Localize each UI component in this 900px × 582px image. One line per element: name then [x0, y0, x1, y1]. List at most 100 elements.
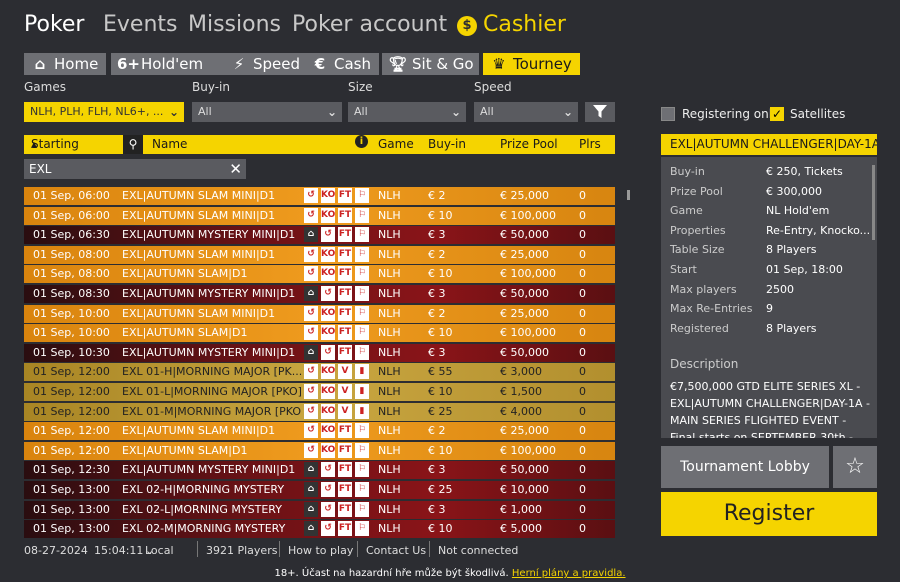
buyin-amount: € 3: [428, 287, 446, 300]
nav-poker[interactable]: Poker: [24, 12, 84, 37]
ticket-icon: ⌂: [304, 227, 318, 243]
ticket-icon: ⌂: [304, 501, 318, 517]
six-plus-icon: 6+: [117, 55, 141, 73]
game-type: NLH: [378, 208, 401, 222]
chevron-down-icon: ⌄: [562, 105, 573, 119]
knockout-icon: KO: [321, 403, 335, 419]
nav-poker-account[interactable]: Poker account: [292, 12, 447, 37]
filter-button[interactable]: [585, 102, 615, 122]
table-row[interactable]: 01 Sep, 10:30 EXL|AUTUMN MYSTERY MINI|D1 N…: [24, 343, 615, 362]
player-count: 0: [579, 365, 586, 379]
tournament-name: EXL|AUTUMN MYSTERY MINI|D1: [122, 287, 296, 300]
table-row[interactable]: 01 Sep, 12:00 EXL|AUTUMN SLAM MINI|D1 NLH €…: [24, 422, 615, 441]
tab-label: Tourney: [513, 55, 572, 73]
select-value: All: [480, 105, 494, 118]
favorite-button[interactable]: ☆: [833, 446, 877, 488]
reentry-icon: ↺: [304, 246, 318, 262]
table-row[interactable]: 01 Sep, 08:00 EXL|AUTUMN SLAM|D1 NLH € 10 € …: [24, 265, 615, 284]
start-time: 01 Sep, 13:00: [33, 502, 110, 516]
header-game[interactable]: Game: [378, 135, 414, 154]
buyin-amount: € 25: [428, 483, 453, 496]
nav-cashier-label: Cashier: [483, 12, 566, 37]
registering-only-checkbox[interactable]: [661, 107, 675, 121]
knockout-icon: KO: [321, 266, 335, 282]
table-row[interactable]: 01 Sep, 13:00 EXL 02-M|MORNING MYSTERY NLH…: [24, 520, 615, 538]
tab-home[interactable]: ⌂ Home: [24, 53, 106, 75]
buyin-select[interactable]: All ⌄: [192, 102, 342, 122]
game-type: NLH: [378, 365, 401, 379]
size-select[interactable]: All ⌄: [348, 102, 466, 122]
reentry-icon: ↺: [321, 501, 335, 517]
player-count: 0: [579, 385, 586, 398]
buyin-amount: € 2: [428, 424, 446, 438]
filter-label-speed: Speed: [474, 80, 512, 94]
v-icon: V: [338, 364, 352, 380]
nav-missions[interactable]: Missions: [188, 12, 281, 37]
start-time: 01 Sep, 08:00: [33, 267, 110, 281]
header-prize-pool[interactable]: Prize Pool: [500, 135, 558, 154]
header-plrs[interactable]: Plrs: [579, 135, 601, 154]
close-icon[interactable]: ✕: [229, 159, 242, 179]
tab-holdem[interactable]: 6+Hold'em: [111, 53, 240, 75]
table-row[interactable]: 01 Sep, 06:30 EXL|AUTUMN MYSTERY MINI|D1 N…: [24, 226, 615, 245]
satellite-icon: ⚐: [355, 442, 369, 458]
search-icon[interactable]: ⚲: [123, 135, 143, 154]
satellite-icon: ⚐: [355, 325, 369, 341]
nav-events[interactable]: Events: [103, 12, 178, 37]
table-row[interactable]: 01 Sep, 08:30 EXL|AUTUMN MYSTERY MINI|D1 N…: [24, 285, 615, 303]
table-row[interactable]: 01 Sep, 10:00 EXL|AUTUMN SLAM MINI|D1 NLH €…: [24, 304, 615, 323]
table-row[interactable]: 01 Sep, 12:00 EXL 01-H|MORNING MAJOR [PK.…: [24, 363, 615, 382]
table-row[interactable]: 01 Sep, 12:00 EXL 01-L|MORNING MAJOR [PKO…: [24, 383, 615, 401]
select-value: NLH, PLH, FLH, NL6+, ...: [30, 105, 164, 118]
player-count: 0: [579, 267, 586, 281]
tab-tourney[interactable]: ♛ Tourney: [483, 53, 580, 75]
scrollbar[interactable]: [627, 190, 630, 200]
prize-pool: € 50,000: [500, 345, 549, 359]
tournament-lobby-button[interactable]: Tournament Lobby: [661, 446, 829, 488]
buyin-amount: € 3: [428, 228, 446, 242]
table-row[interactable]: 01 Sep, 13:00 EXL 02-H|MORNING MYSTERY NLH…: [24, 481, 615, 499]
header-name[interactable]: Name: [152, 135, 187, 154]
register-button[interactable]: Register: [661, 492, 877, 536]
players-online: 3921 Players: [206, 544, 278, 557]
game-type: NLH: [378, 228, 401, 242]
player-count: 0: [579, 404, 586, 418]
tab-sit-and-go[interactable]: 🏆︎ Sit & Go: [382, 53, 479, 75]
table-row[interactable]: 01 Sep, 13:00 EXL 02-L|MORNING MYSTERY NLH…: [24, 500, 615, 519]
nav-cashier[interactable]: $ Cashier: [457, 12, 566, 37]
tab-label: Hold'em: [141, 55, 204, 73]
satellite-icon: ⚐: [355, 305, 369, 321]
buyin-amount: € 55: [428, 365, 453, 379]
prize-pool: € 25,000: [500, 424, 549, 438]
prize-pool: € 50,000: [500, 287, 549, 300]
table-row[interactable]: 01 Sep, 08:00 EXL|AUTUMN SLAM MINI|D1 NLH €…: [24, 245, 615, 264]
search-input[interactable]: EXL ✕: [24, 159, 246, 179]
buyin-amount: € 10: [428, 208, 453, 222]
speed-select[interactable]: All ⌄: [474, 102, 578, 122]
chevron-down-icon: ⌄: [145, 544, 155, 557]
header-starting-label: Starting: [31, 137, 79, 151]
table-row[interactable]: 01 Sep, 06:00 EXL|AUTUMN SLAM MINI|D1 NLH €…: [24, 206, 615, 225]
rules-link[interactable]: Herní plány a pravidla.: [512, 568, 626, 579]
tournament-name: EXL|AUTUMN SLAM MINI|D1: [122, 306, 276, 320]
final-table-icon: FT: [338, 521, 352, 537]
field-value: 2500: [766, 282, 794, 296]
field-value: Re-Entry, Knocko...: [766, 223, 871, 237]
tab-cash[interactable]: € Cash: [304, 53, 379, 75]
final-table-icon: FT: [338, 442, 352, 458]
info-icon[interactable]: i: [355, 135, 368, 148]
search-value: EXL: [29, 162, 52, 176]
table-row[interactable]: 01 Sep, 12:30 EXL|AUTUMN MYSTERY MINI|D1 N…: [24, 461, 615, 480]
satellites-checkbox[interactable]: ✓: [770, 107, 784, 121]
table-row[interactable]: 01 Sep, 10:00 EXL|AUTUMN SLAM|D1 NLH € 10 € …: [24, 324, 615, 343]
player-count: 0: [579, 463, 586, 477]
table-row[interactable]: 01 Sep, 12:00 EXL|AUTUMN SLAM|D1 NLH € 10 € …: [24, 441, 615, 460]
table-row[interactable]: 01 Sep, 12:00 EXL 01-M|MORNING MAJOR [PKO…: [24, 402, 615, 421]
start-time: 01 Sep, 06:00: [33, 189, 110, 202]
satellite-icon: ⚐: [355, 188, 369, 203]
how-to-play-link[interactable]: How to play: [288, 541, 353, 561]
contact-us-link[interactable]: Contact Us: [366, 541, 426, 561]
table-row[interactable]: 01 Sep, 06:00 EXL|AUTUMN SLAM MINI|D1 NLH €…: [24, 187, 615, 205]
header-buyin[interactable]: Buy-in: [428, 135, 466, 154]
games-select[interactable]: NLH, PLH, FLH, NL6+, ... ⌄: [24, 102, 184, 122]
